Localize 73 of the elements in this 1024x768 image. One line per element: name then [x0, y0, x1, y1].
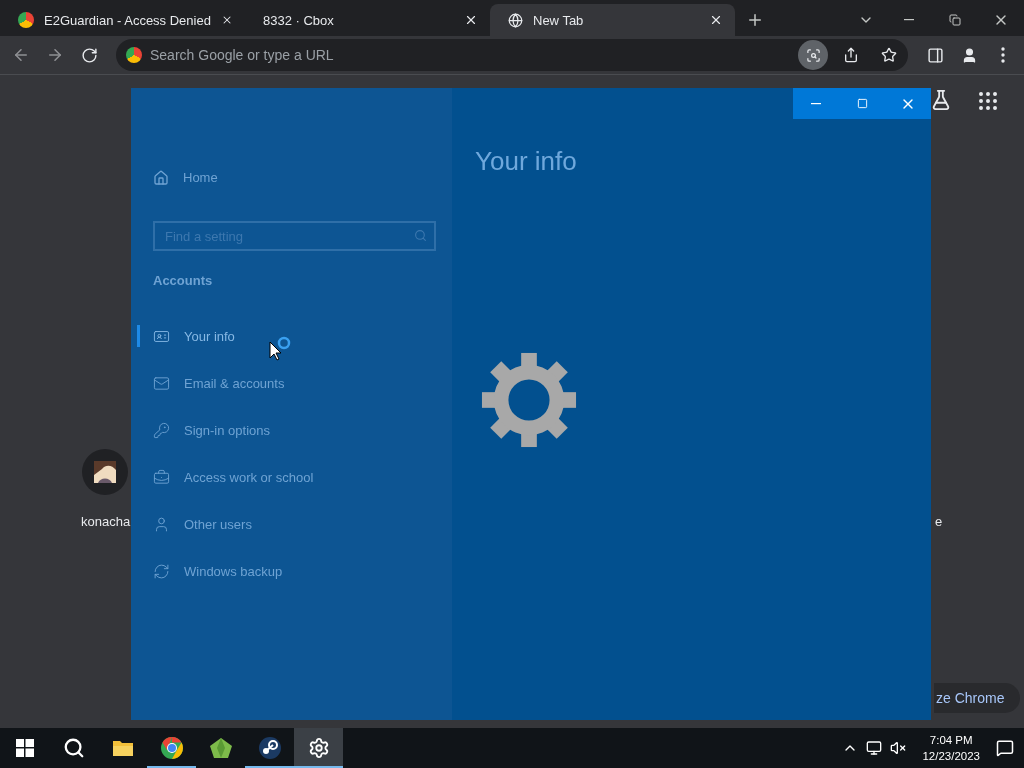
key-icon	[153, 422, 170, 439]
tab-title: New Tab	[533, 12, 585, 28]
page-title: Your info	[475, 146, 578, 177]
nav-item[interactable]: Access work or school	[137, 454, 436, 501]
notifications-icon[interactable]	[996, 739, 1014, 757]
flask-icon[interactable]	[930, 89, 952, 111]
nav-label: Email & accounts	[184, 376, 285, 391]
minimize-icon	[811, 102, 821, 105]
shortcut-tile[interactable]	[82, 449, 128, 495]
nav-label: Access work or school	[184, 470, 314, 485]
network-icon[interactable]	[866, 740, 883, 756]
briefcase-icon	[153, 469, 170, 486]
gear-icon	[480, 351, 578, 449]
browser-tab[interactable]: New Tab	[490, 4, 735, 36]
shortcut-label: konacha	[81, 514, 131, 529]
close-tab-icon[interactable]	[464, 13, 478, 27]
search-icon	[414, 229, 427, 242]
sync-icon	[153, 563, 170, 580]
nav-item[interactable]: Windows backup	[137, 548, 436, 595]
envelope-icon	[153, 375, 170, 392]
star-icon	[881, 47, 897, 63]
menu-icon	[1001, 47, 1005, 63]
id-card-icon	[153, 328, 170, 345]
share-icon	[843, 47, 859, 63]
close-tab-icon[interactable]	[709, 13, 723, 27]
chrome-logo-icon	[159, 736, 184, 760]
gem-icon	[208, 737, 233, 759]
mouse-pointer-icon	[269, 341, 283, 361]
folder-icon	[111, 739, 134, 757]
maximize-icon	[856, 98, 868, 109]
lens-icon	[805, 47, 821, 63]
gear-icon	[307, 737, 330, 759]
nav-item[interactable]: Email & accounts	[137, 360, 436, 407]
clock-time: 7:04 PM	[929, 733, 973, 748]
home-icon	[153, 169, 169, 186]
tab-title: 8332 · Cbox	[263, 12, 335, 28]
google-favicon-icon	[18, 12, 34, 28]
tab-title: E2Guardian - Access Denied	[44, 12, 211, 28]
search-icon	[62, 737, 85, 759]
restore-icon	[949, 14, 961, 26]
plus-icon	[746, 11, 764, 29]
nav-label: Sign-in options	[184, 423, 270, 438]
minimize-icon	[904, 19, 914, 21]
nav-item[interactable]: Other users	[137, 501, 436, 548]
muted-speaker-icon[interactable]	[890, 740, 907, 756]
customize-chrome-button[interactable]: ze Chrome	[934, 683, 1021, 713]
clock-date: 12/23/2023	[922, 749, 980, 764]
google-logo-icon	[126, 47, 142, 63]
nav-label: Your info	[184, 329, 235, 344]
person-icon	[153, 516, 170, 533]
browser-tab[interactable]: 8332 · Cbox	[245, 4, 490, 36]
steam-logo-icon	[257, 736, 282, 760]
nav-item[interactable]: Sign-in options	[137, 407, 436, 454]
globe-icon	[508, 12, 523, 28]
lens-button[interactable]	[798, 40, 828, 70]
shortcut-label: e	[935, 514, 943, 529]
loading-spinner-icon	[277, 336, 291, 350]
windows-logo-icon	[15, 739, 34, 757]
nav-label: Home	[183, 170, 218, 185]
nav-item[interactable]: Your info	[137, 313, 436, 360]
side-panel-icon	[926, 46, 944, 64]
apps-grid-icon[interactable]	[976, 89, 1000, 113]
address-bar[interactable]: Search Google or type a URL	[116, 39, 908, 71]
address-field[interactable]: Search Google or type a URL	[150, 45, 790, 65]
nav-item[interactable]: Home	[137, 154, 436, 201]
browser-tab[interactable]: E2Guardian - Access Denied	[0, 4, 245, 36]
reload-icon	[80, 46, 98, 64]
forward-arrow-icon	[46, 46, 64, 64]
nav-label: Other users	[184, 517, 252, 532]
nav-label: Windows backup	[184, 564, 283, 579]
selection-bar	[137, 325, 140, 347]
taskbar-app-button[interactable]	[294, 728, 343, 768]
section-heading: Accounts	[152, 273, 214, 290]
